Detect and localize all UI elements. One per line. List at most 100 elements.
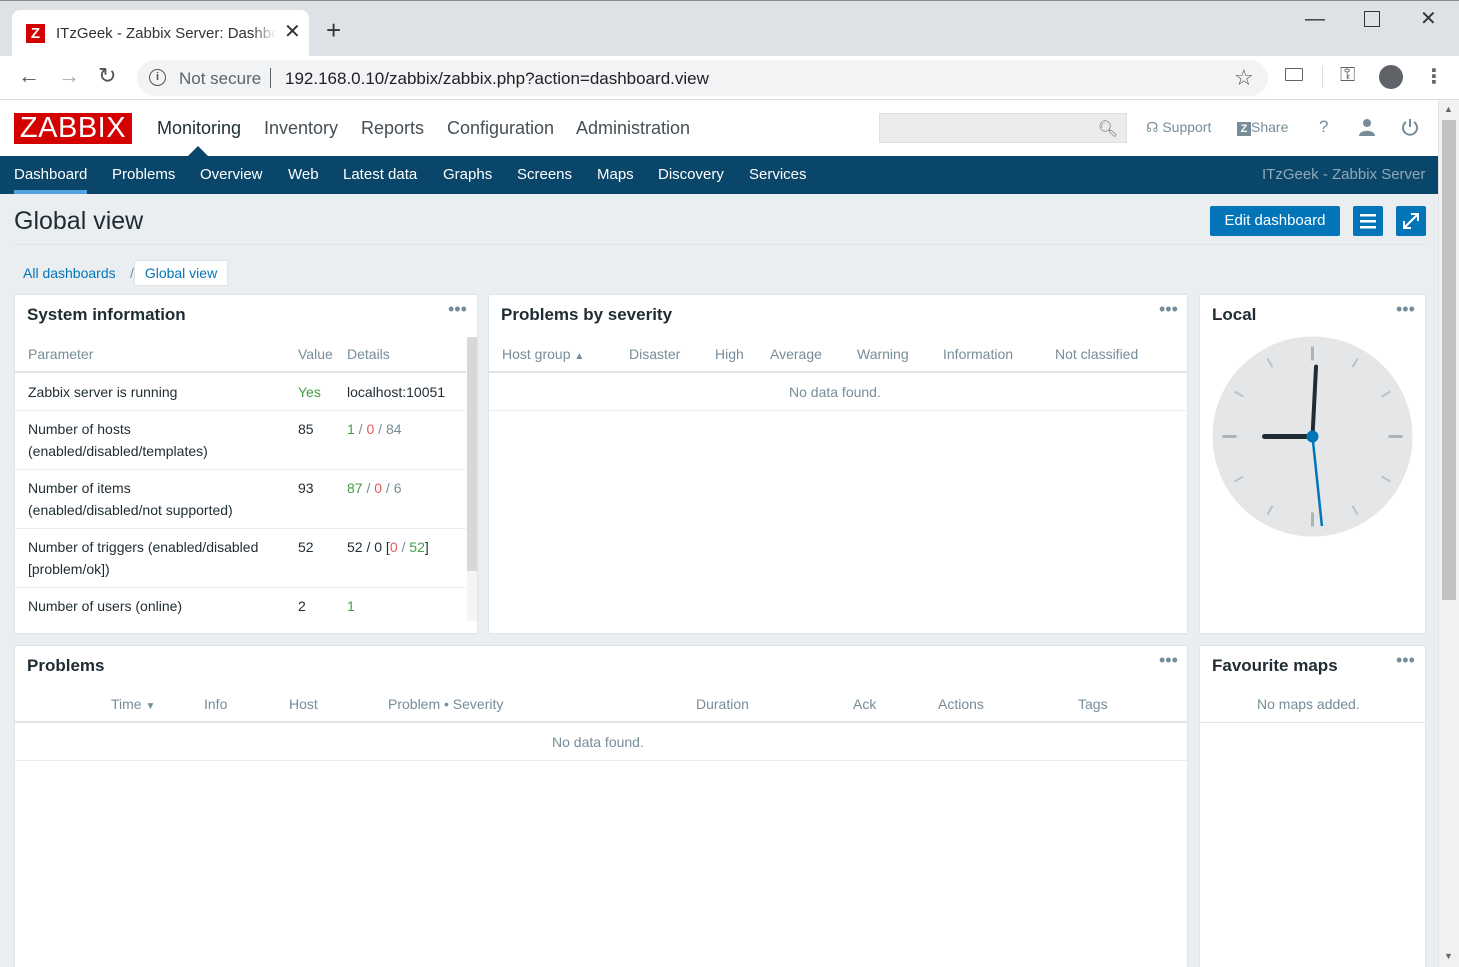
fullscreen-button[interactable] (1396, 206, 1426, 236)
row-details: 52 / 0 [0 / 52] (347, 539, 429, 555)
row-divider (15, 469, 466, 470)
widget-menu-icon[interactable]: ••• (1159, 650, 1178, 671)
column-header-details: Details (347, 346, 390, 362)
row-parameter: Number of users (online) (28, 598, 183, 614)
empty-message: No data found. (789, 384, 881, 400)
cast-icon[interactable] (1285, 68, 1303, 81)
subnav-web[interactable]: Web (288, 166, 319, 183)
subnav-maps[interactable]: Maps (597, 166, 634, 183)
row-parameter: Number of triggers (enabled/disabled (28, 539, 259, 555)
column-header-parameter: Parameter (28, 346, 94, 362)
zabbix-header: ZABBIX Monitoring Inventory Reports Conf… (0, 100, 1438, 156)
support-label: Support (1162, 119, 1212, 135)
browser-menu-icon[interactable]: ⋮ (1424, 64, 1444, 89)
forward-icon[interactable]: → (58, 64, 80, 88)
search-icon[interactable]: 🔍︎ (1098, 119, 1118, 139)
back-icon[interactable]: ← (18, 64, 40, 88)
column-header-info: Info (204, 696, 228, 712)
column-header-tags: Tags (1078, 696, 1108, 712)
widget-scrollbar[interactable] (467, 337, 477, 621)
edit-dashboard-button[interactable]: Edit dashboard (1210, 206, 1340, 236)
info-icon[interactable]: i (149, 69, 166, 86)
share-label: Share (1251, 119, 1289, 135)
address-separator (270, 68, 271, 88)
share-z-icon: Z (1237, 122, 1251, 136)
row-details: 1 (347, 598, 355, 614)
dashboard-actions-menu-button[interactable] (1353, 206, 1383, 236)
tab-close-icon[interactable]: ✕ (284, 22, 301, 42)
url-text[interactable]: 192.168.0.10/zabbix/zabbix.php?action=da… (285, 69, 709, 89)
row-divider (15, 528, 466, 529)
clock-center (1306, 430, 1319, 443)
menu-administration[interactable]: Administration (576, 118, 690, 139)
widget-menu-icon[interactable]: ••• (1396, 650, 1415, 671)
subnav-graphs[interactable]: Graphs (443, 166, 492, 183)
subnav-services[interactable]: Services (749, 166, 807, 183)
scroll-up-arrow-icon[interactable]: ▲ (1444, 104, 1453, 114)
monitoring-subnav: Dashboard Problems Overview Web Latest d… (0, 156, 1438, 194)
column-header-information: Information (943, 346, 1014, 362)
menu-reports[interactable]: Reports (361, 118, 424, 139)
widget-menu-icon[interactable]: ••• (448, 299, 467, 320)
expand-icon (1403, 213, 1419, 229)
widget-title: Local (1212, 305, 1257, 324)
subnav-screens[interactable]: Screens (517, 166, 572, 183)
active-subnav-indicator (14, 190, 87, 194)
headset-icon: ☊ (1146, 119, 1159, 135)
row-parameter: Zabbix server is running (28, 384, 178, 400)
menu-configuration[interactable]: Configuration (447, 118, 554, 139)
page-scrollbar-thumb[interactable] (1442, 120, 1456, 600)
subnav-overview[interactable]: Overview (200, 166, 263, 183)
sort-ascending-icon: ▲ (574, 351, 585, 362)
reload-icon[interactable]: ↻ (98, 64, 116, 88)
toolbar-divider (1322, 66, 1323, 88)
column-header-time[interactable]: Time ▼ (111, 696, 155, 712)
profile-avatar-icon[interactable] (1379, 65, 1403, 89)
maximize-icon[interactable] (1364, 11, 1380, 27)
row-value: 93 (298, 480, 314, 496)
header-divider (15, 371, 466, 373)
subnav-latest-data[interactable]: Latest data (343, 166, 417, 183)
local-clock-widget: Local ••• (1199, 294, 1426, 634)
minimize-icon[interactable]: — (1305, 9, 1325, 29)
help-icon[interactable]: ? (1319, 117, 1328, 137)
key-icon[interactable]: ⚿ (1340, 64, 1355, 87)
row-parameter-sub: [problem/ok]) (28, 561, 110, 577)
row-value: 2 (298, 598, 306, 614)
breadcrumb-current[interactable]: Global view (134, 260, 228, 286)
widget-title: System information (27, 305, 186, 324)
row-divider (15, 410, 466, 411)
global-search-input[interactable]: 🔍︎ (879, 113, 1127, 143)
new-tab-icon[interactable]: + (326, 17, 341, 43)
address-bar[interactable]: i Not secure 192.168.0.10/zabbix/zabbix.… (137, 60, 1268, 96)
row-divider (15, 760, 1187, 761)
logout-power-icon[interactable] (1400, 117, 1420, 140)
share-link[interactable]: Z Share (1237, 119, 1288, 136)
column-header-ack: Ack (853, 696, 877, 712)
widget-scrollbar-thumb[interactable] (467, 337, 477, 571)
widget-menu-icon[interactable]: ••• (1159, 299, 1178, 320)
menu-monitoring[interactable]: Monitoring (157, 118, 241, 139)
window-close-icon[interactable]: ✕ (1420, 9, 1437, 29)
subnav-discovery[interactable]: Discovery (658, 166, 724, 183)
header-divider (489, 371, 1187, 373)
bookmark-star-icon[interactable]: ☆ (1234, 65, 1254, 91)
column-header-value: Value (298, 346, 333, 362)
column-header-host-group[interactable]: Host group ▲ (502, 346, 584, 362)
browser-tab[interactable]: Z ITzGeek - Zabbix Server: Dashboard ✕ (12, 10, 309, 58)
menu-inventory[interactable]: Inventory (264, 118, 338, 139)
subnav-problems[interactable]: Problems (112, 166, 175, 183)
user-profile-icon[interactable] (1358, 118, 1376, 139)
tab-title: ITzGeek - Zabbix Server: Dashboard (56, 25, 276, 42)
page-scrollbar[interactable]: ▲ ▼ (1438, 100, 1459, 967)
scroll-down-arrow-icon[interactable]: ▼ (1444, 951, 1453, 961)
zabbix-logo[interactable]: ZABBIX (14, 113, 132, 144)
column-header-average: Average (770, 346, 822, 362)
subnav-dashboard[interactable]: Dashboard (14, 166, 87, 183)
support-link[interactable]: ☊ Support (1146, 119, 1211, 136)
sort-descending-icon: ▼ (145, 701, 156, 712)
header-divider (1200, 722, 1425, 723)
widget-menu-icon[interactable]: ••• (1396, 299, 1415, 320)
breadcrumb-all-dashboards[interactable]: All dashboards (23, 265, 116, 281)
row-details: 87 / 0 / 6 (347, 480, 402, 496)
